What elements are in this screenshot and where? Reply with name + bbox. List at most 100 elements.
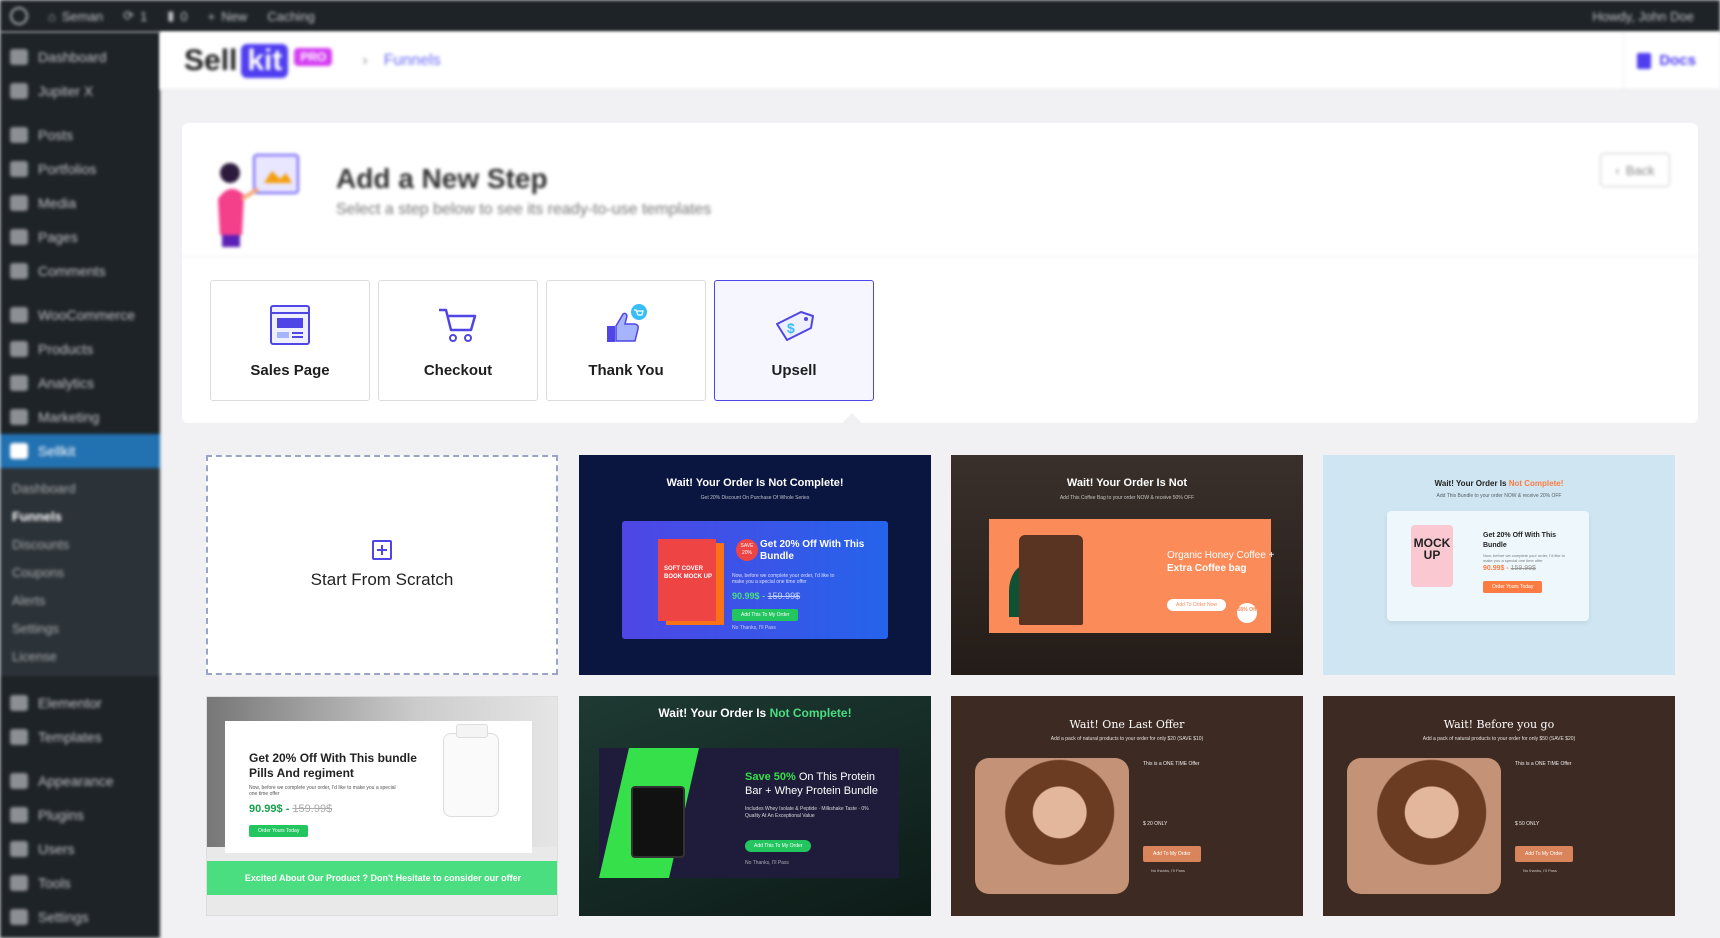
jupiter-icon <box>10 83 28 99</box>
offer-body: Now, before we complete your order, I'd … <box>1483 553 1565 563</box>
template-title: Wait! Your Order Is Not Complete! <box>666 477 844 489</box>
pin-icon <box>10 161 28 177</box>
template-card-upsell-3[interactable]: Wait! Your Order Is Not Complete! Add Th… <box>1323 455 1675 675</box>
sidebar-item-dashboard[interactable]: Dashboard <box>0 40 160 74</box>
start-from-scratch-card[interactable]: Start From Scratch <box>206 455 558 675</box>
step-card-upsell[interactable]: $ Upsell <box>714 280 874 401</box>
offer-info: This is a ONE TIME Offer $ 50 ONLY <box>1515 761 1572 827</box>
protein-tub-image <box>631 786 685 858</box>
step-label-checkout: Checkout <box>423 362 493 379</box>
sidebar-item-pages[interactable]: Pages <box>0 220 160 254</box>
panel-subtitle: Select a step below to see its ready-to-… <box>336 201 712 218</box>
step-card-sales-page[interactable]: Sales Page <box>210 280 370 401</box>
appearance-icon <box>10 773 28 789</box>
sidebar-item-templates[interactable]: Templates <box>0 720 160 754</box>
template-title: Wait! Your Order Is Not <box>1066 477 1188 489</box>
sidebar-item-plugins[interactable]: Plugins <box>0 798 160 832</box>
sidebar-item-sellkit[interactable]: Sellkit <box>0 434 160 468</box>
sales-page-icon <box>270 305 310 345</box>
cart-icon <box>439 308 477 342</box>
caching-link[interactable]: Caching <box>257 9 325 24</box>
svg-text:$: $ <box>787 320 795 336</box>
thumbs-up-icon <box>607 304 647 342</box>
user-greeting[interactable]: Howdy, John Doe <box>1582 9 1720 24</box>
submenu-item-discounts[interactable]: Discounts <box>0 530 160 558</box>
comments-icon <box>10 263 28 279</box>
template-subtitle: Add This Bundle to your order NOW & rece… <box>1436 493 1562 499</box>
comment-icon: ▮ <box>167 8 175 23</box>
sidebar-item-media[interactable]: Media <box>0 186 160 220</box>
template-card-upsell-5[interactable]: Wait! Your Order Is Not Complete! Save 5… <box>579 696 931 916</box>
add-to-order-button: Add To Order Now <box>1167 599 1227 611</box>
submenu-item-funnels[interactable]: Funnels <box>0 502 160 530</box>
analytics-icon <box>10 375 28 391</box>
pro-badge: PRO <box>294 47 333 66</box>
template-card-upsell-1[interactable]: Wait! Your Order Is Not Complete! Get 20… <box>579 455 931 675</box>
step-card-thank-you[interactable]: Thank You <box>546 280 706 401</box>
admin-bar: ⌂ Seman ⟳ 1 ▮ 0 + New Caching Howdy, John Do… <box>0 0 1720 32</box>
sidebar-item-appearance[interactable]: Appearance <box>0 764 160 798</box>
offer-box: Save 50% On This Protein Bar + Whey Prot… <box>599 748 899 878</box>
sidebar-item-elementor[interactable]: Elementor <box>0 686 160 720</box>
sidebar-item-jupiter-x[interactable]: Jupiter X <box>0 74 160 108</box>
offer-box: Organic Honey Coffee + Extra Coffee bag A… <box>989 519 1274 633</box>
step-card-checkout[interactable]: Checkout <box>378 280 538 401</box>
pages-icon <box>10 229 28 245</box>
pet-food-bag-image: MOCK UP <box>1411 525 1453 587</box>
sellkit-logo[interactable]: Sell kit PRO <box>184 43 333 78</box>
sidebar-item-posts[interactable]: Posts <box>0 118 160 152</box>
sidebar-item-users[interactable]: Users <box>0 832 160 866</box>
site-name-link[interactable]: ⌂ Seman <box>38 9 113 24</box>
wp-logo-icon[interactable] <box>0 7 38 25</box>
step-label-thank-you: Thank You <box>588 362 664 379</box>
plus-square-icon <box>372 540 392 560</box>
breadcrumb-separator: › <box>362 51 368 69</box>
template-title: Wait! Your Order Is Not Complete! <box>1434 479 1564 488</box>
book-image: SOFT COVER BOOK MOCK UP <box>658 539 716 621</box>
offer-body: Includes Whey Isolate & Peptide · Milksh… <box>745 806 869 819</box>
no-thanks-link: No Thanks, I'll Pass <box>745 860 789 866</box>
book-icon <box>1637 52 1652 69</box>
template-title: Wait! Your Order Is Not Complete! <box>658 706 852 720</box>
model-photo <box>975 758 1129 894</box>
home-icon: ⌂ <box>48 8 56 24</box>
template-card-upsell-6[interactable]: Wait! One Last Offer Add a pack of natur… <box>951 696 1303 916</box>
offer-heading: Get 20% Off With This bundle Pills And r… <box>249 751 417 780</box>
comments-link[interactable]: ▮ 0 <box>157 8 197 24</box>
docs-link[interactable]: Docs <box>1637 52 1696 69</box>
sidebar-item-settings[interactable]: Settings <box>0 900 160 934</box>
template-title: Wait! Before you go <box>1443 718 1555 731</box>
submenu-item-alerts[interactable]: Alerts <box>0 586 160 614</box>
sellkit-submenu: Dashboard Funnels Discounts Coupons Aler… <box>0 468 160 676</box>
order-button: Order Yours Today <box>1483 581 1543 593</box>
sidebar-item-portfolios[interactable]: Portfolios <box>0 152 160 186</box>
model-photo <box>1347 758 1501 894</box>
offer-heading: Get 20% Off With This Bundle <box>1483 532 1557 549</box>
template-title: Wait! One Last Offer <box>1069 718 1185 731</box>
sidebar-item-products[interactable]: Products <box>0 332 160 366</box>
submenu-item-license[interactable]: License <box>0 642 160 670</box>
submenu-item-settings[interactable]: Settings <box>0 614 160 642</box>
submenu-item-dashboard[interactable]: Dashboard <box>0 474 160 502</box>
templates-icon <box>10 729 28 745</box>
sidebar-item-woocommerce[interactable]: WooCommerce <box>0 298 160 332</box>
offer-body: Now, before we complete your order, I'd … <box>249 785 396 797</box>
sidebar-item-tools[interactable]: Tools <box>0 866 160 900</box>
updates-link[interactable]: ⟳ 1 <box>113 8 157 24</box>
sidebar-item-analytics[interactable]: Analytics <box>0 366 160 400</box>
sidebar-item-comments[interactable]: Comments <box>0 254 160 288</box>
offer-body: Now, before we complete your order, I'd … <box>732 573 835 585</box>
template-card-upsell-2[interactable]: Wait! Your Order Is Not Add This Coffee … <box>951 455 1303 675</box>
back-button[interactable]: ‹ Back <box>1600 153 1670 187</box>
breadcrumb-funnels[interactable]: Funnels <box>384 52 441 70</box>
settings-icon <box>10 909 28 925</box>
template-card-upsell-7[interactable]: Wait! Before you go Add a pack of natura… <box>1323 696 1675 916</box>
offer-box: MOCK UP Get 20% Off With This Bundle Now… <box>1387 511 1589 621</box>
media-icon <box>10 195 28 211</box>
submenu-item-coupons[interactable]: Coupons <box>0 558 160 586</box>
sidebar-item-marketing[interactable]: Marketing <box>0 400 160 434</box>
offer-box: SOFT COVER BOOK MOCK UP SAVE 20% Get 20%… <box>622 521 888 639</box>
illustration-icon <box>218 154 299 247</box>
template-card-upsell-4[interactable]: Get 20% Off With This bundle Pills And r… <box>206 696 558 916</box>
new-content-link[interactable]: + New <box>198 9 258 24</box>
